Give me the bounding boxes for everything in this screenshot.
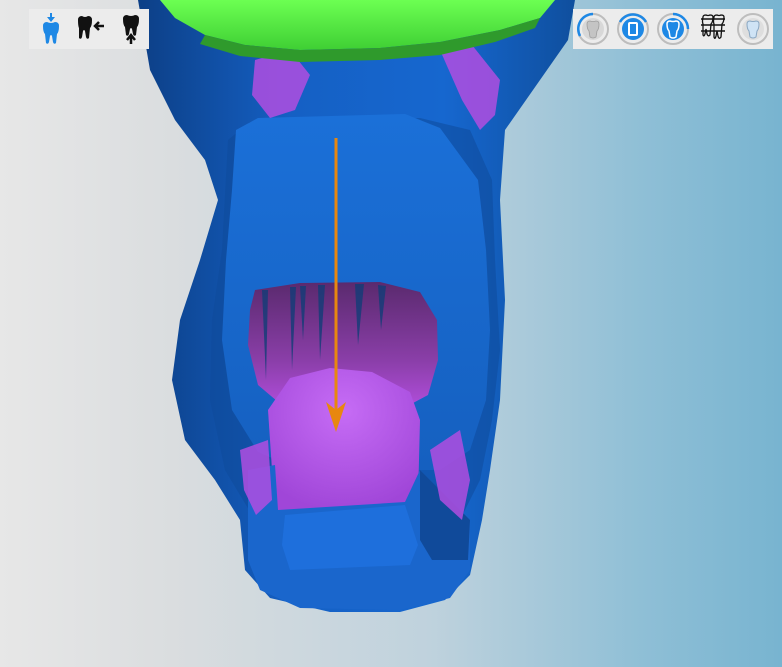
inlay-tool-button[interactable]: [615, 11, 651, 47]
undercut-core: [268, 368, 420, 512]
veneer-tool-button[interactable]: [735, 11, 771, 47]
bridge-tool-button[interactable]: [695, 11, 731, 47]
view-occlusal-button[interactable]: [115, 11, 147, 47]
tooth-inlay-icon: [617, 13, 649, 45]
ledge-step: [282, 505, 418, 570]
tooth-outline-ring-icon: [737, 13, 769, 45]
bridge-icon: [701, 14, 725, 39]
view-mesial-button[interactable]: [75, 11, 107, 47]
tooth-insertion-direction-icon: [43, 13, 59, 44]
crown-tool-button[interactable]: [575, 11, 611, 47]
tooth-crown-ring-icon: [577, 12, 609, 45]
insertion-direction-button[interactable]: [35, 11, 67, 47]
3d-model-viewport[interactable]: [0, 0, 782, 667]
tooth-bottom-arrow-icon: [123, 15, 139, 44]
view-direction-toolbar: [29, 9, 149, 49]
tooth-blue-crown-icon: [657, 12, 690, 45]
full-crown-tool-button[interactable]: [655, 11, 691, 47]
restoration-type-toolbar: [573, 9, 773, 49]
tooth-side-arrow-icon: [78, 16, 104, 39]
